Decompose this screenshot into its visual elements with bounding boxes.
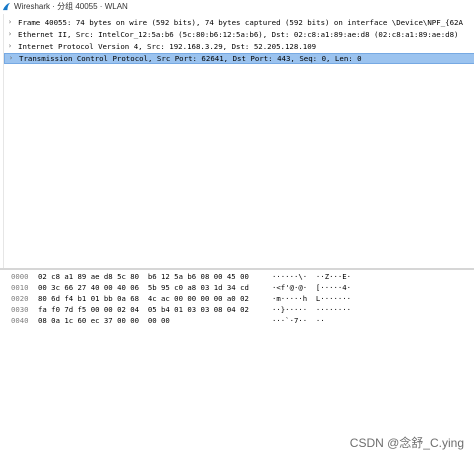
ascii-bytes[interactable]: ··}····· ········ <box>272 305 351 315</box>
tree-row-label: Frame 40055: 74 bytes on wire (592 bits)… <box>18 18 463 27</box>
hex-offset: 0030 <box>11 305 29 314</box>
expand-chevron-icon[interactable]: › <box>4 17 16 28</box>
hex-offset: 0020 <box>11 294 29 303</box>
tree-row-label: Internet Protocol Version 4, Src: 192.16… <box>18 42 317 51</box>
expand-chevron-icon[interactable]: › <box>4 41 16 52</box>
window-title: Wireshark · 分组 40055 · WLAN <box>14 2 128 11</box>
ascii-bytes[interactable]: ·<f'@·@· [·····4· <box>272 283 351 293</box>
expand-chevron-icon[interactable]: › <box>5 54 17 63</box>
hex-bytes[interactable]: 80 6d f4 b1 01 bb 0a 68 4c ac 00 00 00 0… <box>38 294 249 304</box>
hex-offset: 0000 <box>11 272 29 281</box>
hex-row[interactable]: 0020 80 6d f4 b1 01 bb 0a 68 4c ac 00 00… <box>0 294 474 304</box>
tree-row-label: Transmission Control Protocol, Src Port:… <box>19 54 362 63</box>
tree-row-ipv4[interactable]: › Internet Protocol Version 4, Src: 192.… <box>4 41 474 52</box>
hex-row[interactable]: 0010 00 3c 66 27 40 00 40 06 5b 95 c0 a8… <box>0 283 474 293</box>
hex-row[interactable]: 0000 02 c8 a1 89 ae d8 5c 80 b6 12 5a b6… <box>0 272 474 282</box>
ascii-bytes[interactable]: ······\· ··Z···E· <box>272 272 351 282</box>
wireshark-fin-icon <box>2 2 11 11</box>
packet-details-pane[interactable]: › Frame 40055: 74 bytes on wire (592 bit… <box>3 14 474 268</box>
hex-row[interactable]: 0040 08 0a 1c 60 ec 37 00 00 00 00 ···`·… <box>0 316 474 326</box>
hex-bytes[interactable]: 08 0a 1c 60 ec 37 00 00 00 00 <box>38 316 170 326</box>
tree-row-frame[interactable]: › Frame 40055: 74 bytes on wire (592 bit… <box>4 17 474 28</box>
hex-offset: 0010 <box>11 283 29 292</box>
hex-offset: 0040 <box>11 316 29 325</box>
hex-row[interactable]: 0030 fa f0 7d f5 00 00 02 04 05 b4 01 03… <box>0 305 474 315</box>
packet-bytes-pane[interactable]: 0000 02 c8 a1 89 ae d8 5c 80 b6 12 5a b6… <box>0 270 474 457</box>
tree-row-tcp[interactable]: › Transmission Control Protocol, Src Por… <box>4 53 474 64</box>
ascii-bytes[interactable]: ···`·7·· ·· <box>272 316 325 326</box>
hex-bytes[interactable]: 02 c8 a1 89 ae d8 5c 80 b6 12 5a b6 08 0… <box>38 272 249 282</box>
tree-row-label: Ethernet II, Src: IntelCor_12:5a:b6 (5c:… <box>18 30 459 39</box>
ascii-bytes[interactable]: ·m·····h L······· <box>272 294 351 304</box>
hex-bytes[interactable]: 00 3c 66 27 40 00 40 06 5b 95 c0 a8 03 1… <box>38 283 249 293</box>
watermark: CSDN @念舒_C.ying <box>349 436 464 450</box>
tree-row-ethernet[interactable]: › Ethernet II, Src: IntelCor_12:5a:b6 (5… <box>4 29 474 40</box>
title-bar: Wireshark · 分组 40055 · WLAN <box>0 0 474 13</box>
expand-chevron-icon[interactable]: › <box>4 29 16 40</box>
hex-bytes[interactable]: fa f0 7d f5 00 00 02 04 05 b4 01 03 03 0… <box>38 305 249 315</box>
